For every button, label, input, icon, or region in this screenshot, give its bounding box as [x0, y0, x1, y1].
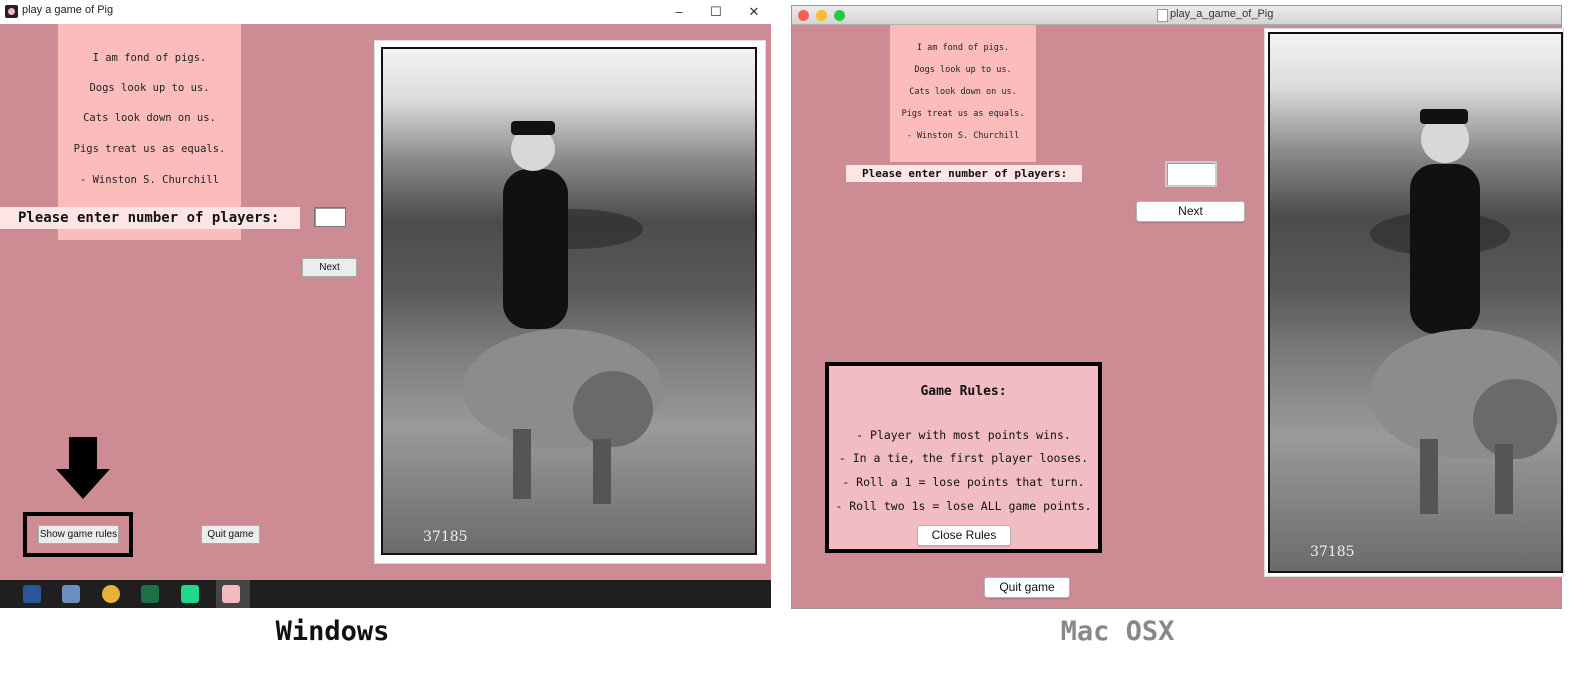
players-prompt-label: Please enter number of players: — [0, 207, 300, 229]
quote-panel: I am fond of pigs. Dogs look up to us. C… — [890, 25, 1036, 162]
quote-line: Cats look down on us. — [909, 87, 1017, 97]
players-input[interactable] — [314, 207, 346, 227]
quote-attribution: - Winston S. Churchill — [79, 174, 220, 186]
quote-line: I am fond of pigs. — [92, 52, 207, 64]
window-title: play_a_game_of_Pig — [1170, 8, 1274, 20]
down-arrow-icon — [56, 437, 110, 499]
close-rules-button[interactable]: Close Rules — [917, 525, 1011, 546]
pig-app-icon[interactable] — [222, 585, 240, 603]
paint-icon[interactable] — [62, 585, 80, 603]
title-bar: play a game of Pig – ☐ ✕ — [0, 0, 771, 24]
photo-illustration — [1370, 109, 1561, 514]
next-button[interactable]: Next — [1136, 201, 1245, 222]
quit-game-button[interactable]: Quit game — [984, 577, 1070, 598]
game-rules-panel: Game Rules: - Player with most points wi… — [825, 362, 1102, 553]
pycharm-icon[interactable] — [181, 585, 199, 603]
mac-app-window: play_a_game_of_Pig I am fond of pigs. Do… — [791, 5, 1564, 609]
pig-rider-photo: 37185 — [374, 40, 766, 564]
quote-line: Dogs look up to us. — [914, 65, 1012, 75]
quit-game-button[interactable]: Quit game — [201, 525, 260, 544]
word-icon[interactable] — [23, 585, 41, 603]
show-game-rules-button[interactable]: Show game rules — [38, 525, 119, 544]
quote-line: Dogs look up to us. — [89, 82, 210, 94]
close-window-button[interactable]: ✕ — [743, 3, 765, 21]
rule-item: - In a tie, the first player looses. — [838, 451, 1089, 465]
rule-item: - Player with most points wins. — [856, 428, 1071, 442]
quote-line: I am fond of pigs. — [916, 43, 1010, 53]
players-input[interactable] — [1165, 161, 1217, 187]
zoom-light-icon[interactable] — [834, 10, 845, 21]
document-icon — [1157, 9, 1168, 22]
window-title: play a game of Pig — [22, 4, 114, 16]
rule-item: - Roll a 1 = lose points that turn. — [842, 475, 1085, 489]
quote-line: Pigs treat us as equals. — [73, 143, 226, 155]
excel-icon[interactable] — [141, 585, 159, 603]
photo-caption: 37185 — [1310, 544, 1355, 560]
quote-line: Pigs treat us as equals. — [901, 109, 1025, 119]
minimize-button[interactable]: – — [668, 3, 690, 21]
title-bar: play_a_game_of_Pig — [792, 6, 1561, 25]
players-prompt-label: Please enter number of players: — [846, 165, 1082, 182]
photo-caption: 37185 — [423, 529, 468, 545]
quote-line: Cats look down on us. — [83, 112, 216, 124]
windows-app-window: play a game of Pig – ☐ ✕ I am fond of pi… — [0, 0, 771, 608]
minimize-light-icon[interactable] — [816, 10, 827, 21]
chrome-icon[interactable] — [102, 585, 120, 603]
next-button[interactable]: Next — [302, 258, 357, 277]
mac-caption: Mac OSX — [1060, 616, 1175, 647]
pig-rider-photo: 37185 — [1264, 28, 1564, 577]
rule-item: - Roll two 1s = lose ALL game points. — [835, 499, 1092, 513]
photo-illustration — [463, 121, 663, 504]
rules-title: Game Rules: — [920, 384, 1007, 399]
maximize-button[interactable]: ☐ — [705, 3, 727, 21]
windows-caption: Windows — [275, 616, 390, 647]
pig-app-icon — [5, 5, 18, 18]
quote-attribution: - Winston S. Churchill — [906, 131, 1020, 141]
close-light-icon[interactable] — [798, 10, 809, 21]
